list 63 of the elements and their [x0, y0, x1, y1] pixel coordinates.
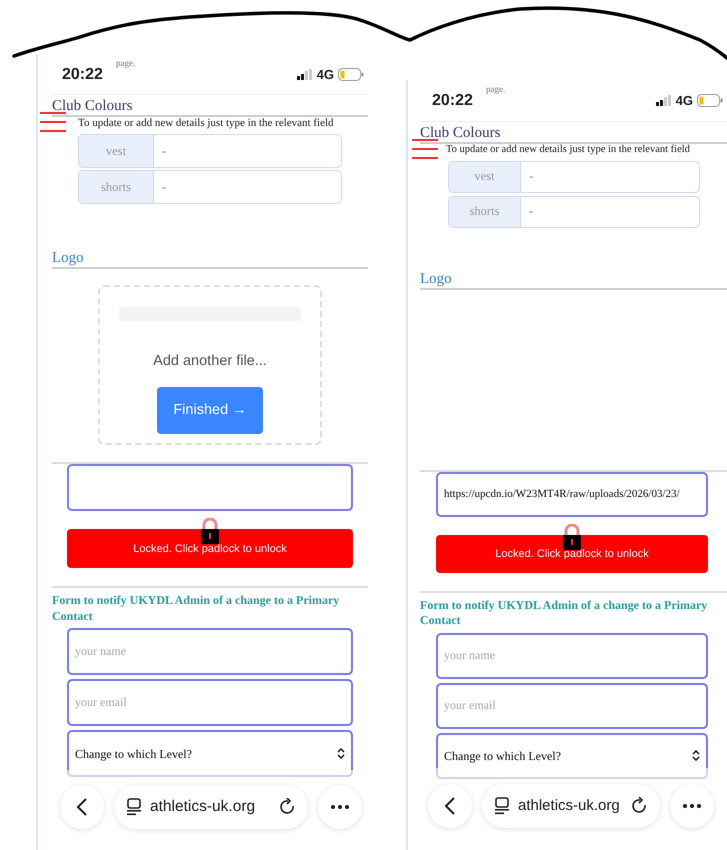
- form-title: Form to notify UKYDL Admin of a change to a Primary Contact: [420, 596, 708, 629]
- more-button[interactable]: [318, 785, 362, 829]
- select-arrows-icon: [337, 748, 345, 760]
- address-text: athletics-uk.org: [150, 797, 256, 818]
- back-button[interactable]: [60, 785, 104, 829]
- signal-icon: [656, 95, 672, 106]
- clock-time: 20:22: [432, 90, 473, 110]
- field-label: shorts: [449, 196, 521, 227]
- back-icon: [444, 796, 456, 816]
- menu-icon[interactable]: [40, 112, 66, 134]
- padlock-icon[interactable]: [200, 518, 220, 544]
- address-bar[interactable]: athletics-uk.org: [482, 784, 660, 828]
- back-button[interactable]: [428, 784, 472, 828]
- page-text: page.: [486, 83, 506, 96]
- lock-banner-button[interactable]: Locked. Click padlock to unlock: [436, 534, 708, 573]
- select-arrows-icon: [692, 750, 700, 762]
- back-icon: [76, 797, 88, 817]
- field-value: -: [528, 168, 534, 186]
- padlock-icon[interactable]: [562, 524, 582, 550]
- instruction-text: To update or add new details just type in the relevant field: [446, 144, 691, 157]
- page-icon: [126, 798, 142, 816]
- section-title: Club Colours: [52, 98, 132, 114]
- address-text: athletics-uk.org: [518, 796, 621, 816]
- more-icon: [331, 805, 349, 809]
- finished-button[interactable]: Finished →: [157, 386, 263, 434]
- battery-icon: [338, 68, 364, 81]
- battery-icon: [697, 94, 723, 107]
- reload-icon: [280, 798, 296, 816]
- instruction-text: To update or add new details just type in the relevant field: [78, 117, 335, 130]
- address-bar[interactable]: athletics-uk.org: [114, 785, 308, 829]
- section-title: Club Colours: [420, 125, 500, 141]
- more-icon: [683, 804, 701, 808]
- reload-icon: [632, 797, 648, 815]
- menu-icon[interactable]: [412, 139, 438, 161]
- more-button[interactable]: [670, 784, 714, 828]
- url-field[interactable]: [67, 464, 353, 512]
- clock-time: 20:22: [62, 64, 103, 84]
- section-title: Logo: [52, 250, 84, 266]
- upload-dropzone[interactable]: Add another file... Finished →: [98, 285, 322, 446]
- text-field[interactable]: vest -: [448, 160, 700, 193]
- text-input[interactable]: your email: [67, 679, 353, 726]
- form-title: Form to notify UKYDL Admin of a change to a Primary Contact: [52, 592, 340, 624]
- text-input[interactable]: your email: [436, 682, 708, 729]
- field-value: -: [161, 178, 168, 196]
- page-icon: [494, 797, 510, 815]
- section-title: Logo: [420, 270, 452, 287]
- text-field[interactable]: vest -: [78, 134, 342, 168]
- field-value: -: [161, 142, 168, 160]
- field-label: vest: [79, 135, 154, 168]
- network-label: 4G: [316, 66, 334, 84]
- signal-icon: [296, 69, 313, 80]
- network-label: 4G: [676, 92, 693, 110]
- url-field[interactable]: https://upcdn.io/W23MT4R/raw/uploads/2026/03/23/: [436, 472, 708, 517]
- field-value: -: [528, 203, 534, 220]
- text-field[interactable]: shorts -: [78, 170, 342, 204]
- text-input[interactable]: your name: [67, 628, 353, 676]
- upload-prompt: Add another file...: [153, 352, 267, 372]
- page-text: page.: [116, 57, 136, 70]
- field-label: shorts: [79, 171, 154, 204]
- lock-banner-button[interactable]: Locked. Click padlock to unlock: [67, 529, 353, 568]
- text-field[interactable]: shorts -: [448, 196, 700, 228]
- text-input[interactable]: your name: [436, 632, 708, 679]
- field-label: vest: [449, 162, 521, 192]
